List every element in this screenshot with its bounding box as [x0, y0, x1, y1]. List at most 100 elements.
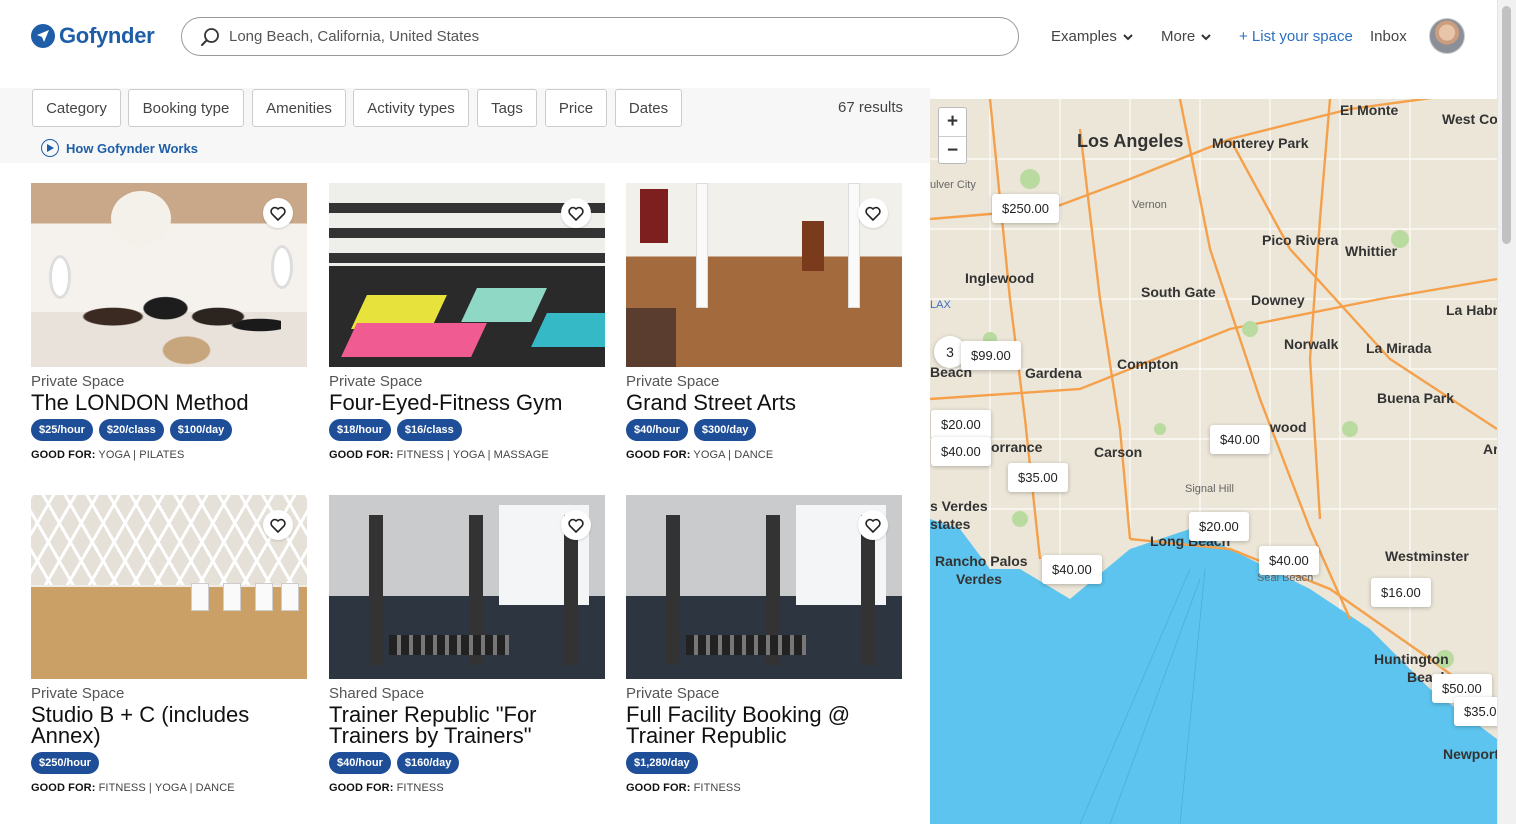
map-price-pin[interactable]: $40.00	[1259, 546, 1319, 575]
good-for-activities: FITNESS | YOGA | MASSAGE	[396, 449, 549, 461]
nav-examples[interactable]: Examples	[1051, 28, 1133, 45]
good-for-activities: YOGA | PILATES	[98, 449, 185, 461]
location-search[interactable]	[181, 17, 1019, 56]
listing-card[interactable]: Private Space Four-Eyed-Fitness Gym $18/…	[329, 183, 606, 461]
how-it-works-link[interactable]: How Gofynder Works	[41, 139, 198, 157]
favorite-heart-icon[interactable]	[263, 198, 293, 228]
filter-dates[interactable]: Dates	[615, 89, 682, 127]
price-badge: $18/hour	[329, 419, 391, 441]
listing-title[interactable]: Studio B + C (includes Annex)	[31, 704, 308, 747]
filter-tags[interactable]: Tags	[477, 89, 537, 127]
listing-photo[interactable]	[626, 495, 902, 679]
listing-card[interactable]: Private Space Full Facility Booking @ Tr…	[626, 495, 903, 794]
listing-photo[interactable]	[626, 183, 902, 367]
map-place-label: Verdes	[956, 571, 1002, 587]
good-for-activities: FITNESS | YOGA | DANCE	[98, 782, 235, 794]
price-badge: $1,280/day	[626, 752, 698, 774]
search-input[interactable]	[229, 28, 1009, 45]
page-scrollbar[interactable]	[1497, 0, 1516, 824]
map-place-label: Norwalk	[1284, 336, 1339, 352]
map-price-pin[interactable]: $35.0	[1454, 697, 1497, 726]
map-place-label: Carson	[1094, 444, 1143, 460]
filter-category[interactable]: Category	[32, 89, 121, 127]
listing-title[interactable]: The LONDON Method	[31, 392, 308, 414]
filter-booking-type[interactable]: Booking type	[128, 89, 244, 127]
favorite-heart-icon[interactable]	[561, 510, 591, 540]
map-place-label: Buena Park	[1377, 390, 1455, 406]
filter-price[interactable]: Price	[545, 89, 607, 127]
listing-photo[interactable]	[329, 183, 605, 367]
map-place-label: Ar	[1483, 441, 1497, 457]
favorite-heart-icon[interactable]	[561, 198, 591, 228]
results-map[interactable]: + − El Monte West Covi Los Angeles Monte…	[930, 99, 1497, 824]
results-count: 67 results	[838, 99, 904, 116]
map-price-pin[interactable]: $40.00	[1210, 425, 1270, 454]
filter-amenities[interactable]: Amenities	[252, 89, 346, 127]
price-list: $250/hour	[31, 752, 308, 774]
good-for: GOOD FOR: YOGA | DANCE	[626, 449, 903, 461]
map-price-pin[interactable]: $20.00	[1189, 512, 1249, 541]
listing-card[interactable]: Private Space Grand Street Arts $40/hour…	[626, 183, 903, 461]
paper-plane-icon	[31, 24, 55, 48]
good-for: GOOD FOR: FITNESS	[329, 782, 606, 794]
listing-title[interactable]: Grand Street Arts	[626, 392, 903, 414]
listing-card[interactable]: Shared Space Trainer Republic "For Train…	[329, 495, 606, 794]
list-your-space-link[interactable]: + List your space	[1239, 28, 1353, 45]
listing-title[interactable]: Trainer Republic "For Trainers by Traine…	[329, 704, 606, 747]
good-for: GOOD FOR: FITNESS | YOGA | DANCE	[31, 782, 308, 794]
good-for-label: GOOD FOR:	[626, 449, 691, 461]
space-type: Private Space	[31, 373, 125, 390]
zoom-out-button[interactable]: −	[939, 136, 966, 164]
listing-photo[interactable]	[31, 495, 307, 679]
favorite-heart-icon[interactable]	[263, 510, 293, 540]
price-badge: $300/day	[693, 419, 757, 441]
inbox-link[interactable]: Inbox	[1370, 28, 1407, 45]
price-list: $25/hour $20/class $100/day	[31, 419, 308, 441]
map-price-pin[interactable]: $40.00	[1042, 555, 1102, 584]
map-price-pin[interactable]: $250.00	[992, 194, 1059, 223]
favorite-heart-icon[interactable]	[858, 198, 888, 228]
good-for-label: GOOD FOR:	[329, 782, 394, 794]
map-place-label: Rancho Palos	[935, 553, 1028, 569]
space-type: Private Space	[626, 373, 720, 390]
space-type: Private Space	[626, 685, 720, 702]
nav-more[interactable]: More	[1161, 28, 1211, 45]
price-list: $18/hour $16/class	[329, 419, 606, 441]
good-for-activities: FITNESS	[396, 782, 444, 794]
filter-bar: Category Booking type Amenities Activity…	[0, 88, 930, 163]
price-badge: $25/hour	[31, 419, 93, 441]
user-avatar[interactable]	[1429, 18, 1465, 54]
listing-card[interactable]: Private Space Studio B + C (includes Ann…	[31, 495, 308, 794]
chevron-down-icon	[1123, 33, 1133, 40]
map-place-label: La Habr	[1446, 302, 1497, 318]
map-price-pin[interactable]: $35.00	[1008, 463, 1068, 492]
zoom-control: + −	[938, 107, 967, 164]
listing-title[interactable]: Four-Eyed-Fitness Gym	[329, 392, 606, 414]
price-badge: $40/hour	[329, 752, 391, 774]
chevron-down-icon	[1201, 33, 1211, 40]
filter-activity-types[interactable]: Activity types	[353, 89, 469, 127]
map-place-label: Whittier	[1345, 243, 1398, 259]
zoom-in-button[interactable]: +	[939, 108, 966, 136]
good-for-activities: FITNESS	[693, 782, 741, 794]
listing-photo[interactable]	[31, 183, 307, 367]
map-place-label: Huntington	[1374, 651, 1449, 667]
listing-photo[interactable]	[329, 495, 605, 679]
favorite-heart-icon[interactable]	[858, 510, 888, 540]
listing-title[interactable]: Full Facility Booking @ Trainer Republic	[626, 704, 903, 747]
map-price-pin[interactable]: $40.00	[931, 437, 991, 466]
map-place-label: states	[930, 516, 971, 532]
map-place-label: South Gate	[1141, 284, 1216, 300]
listing-card[interactable]: Private Space The LONDON Method $25/hour…	[31, 183, 308, 461]
map-price-pin[interactable]: $99.00	[961, 341, 1021, 370]
map-price-pin[interactable]: $20.00	[931, 410, 991, 439]
price-badge: $20/class	[98, 419, 164, 441]
map-place-label: Monterey Park	[1212, 135, 1309, 151]
good-for: GOOD FOR: YOGA | PILATES	[31, 449, 308, 461]
how-it-works-label: How Gofynder Works	[66, 140, 198, 156]
scrollbar-thumb[interactable]	[1502, 6, 1511, 244]
good-for-label: GOOD FOR:	[329, 449, 394, 461]
space-type: Shared Space	[329, 685, 425, 702]
map-price-pin[interactable]: $16.00	[1371, 578, 1431, 607]
brand-logo[interactable]: Gofynder	[31, 23, 155, 49]
